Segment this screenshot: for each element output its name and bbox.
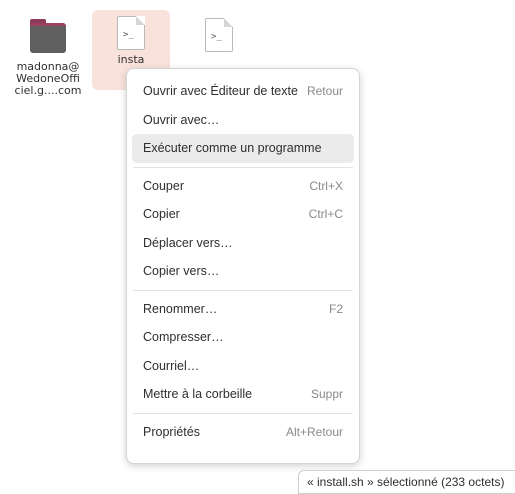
menu-separator [133,166,353,168]
menu-item-accel: Alt+Retour [285,424,343,439]
menu-item-label: Copier [143,207,180,222]
menu-item-cut[interactable]: Couper Ctrl+X [132,172,354,201]
menu-item-accel: Ctrl+C [308,207,343,222]
menu-item-rename[interactable]: Renommer… F2 [132,295,354,324]
menu-item-label: Courriel… [143,358,200,373]
menu-item-label: Couper [143,178,184,193]
menu-item-email[interactable]: Courriel… [132,352,354,381]
menu-item-label: Déplacer vers… [143,235,233,250]
selection-status-bar: « install.sh » sélectionné (233 octets) [298,470,515,494]
menu-item-label: Ouvrir avec… [143,112,220,127]
menu-item-label: Compresser… [143,330,224,345]
menu-item-move-to-trash[interactable]: Mettre à la corbeille Suppr [132,380,354,409]
menu-item-move-to[interactable]: Déplacer vers… [132,229,354,258]
menu-item-properties[interactable]: Propriétés Alt+Retour [132,418,354,447]
terminal-prompt-glyph: >_ [211,32,222,42]
menu-item-open-with[interactable]: Ouvrir avec… [132,106,354,135]
menu-item-accel: Retour [306,84,343,99]
menu-item-compress[interactable]: Compresser… [132,323,354,352]
menu-item-open-with-text-editor[interactable]: Ouvrir avec Éditeur de texte Retour [132,77,354,106]
menu-item-label: Exécuter comme un programme [143,141,322,156]
menu-item-label: Mettre à la corbeille [143,387,253,402]
menu-separator [133,412,353,414]
menu-item-label: Propriétés [143,424,200,439]
menu-item-accel: F2 [328,301,343,316]
menu-item-copy[interactable]: Copier Ctrl+C [132,200,354,229]
menu-item-accel: Ctrl+X [309,178,343,193]
menu-item-run-as-program[interactable]: Exécuter comme un programme [132,134,354,163]
menu-separator [133,289,353,291]
file-label: insta [117,53,145,66]
terminal-prompt-glyph: >_ [123,30,134,40]
context-menu: Ouvrir avec Éditeur de texte Retour Ouvr… [126,68,360,464]
menu-item-label: Ouvrir avec Éditeur de texte [143,84,298,99]
menu-item-accel: Suppr [310,387,343,402]
script-file-icon: >_ [205,18,233,52]
menu-item-label: Copier vers… [143,264,220,279]
file-item-script[interactable]: >_ [180,12,258,56]
file-label-line: ciel.g....com [14,84,82,97]
menu-item-copy-to[interactable]: Copier vers… [132,257,354,286]
menu-item-label: Renommer… [143,301,218,316]
file-item-folder[interactable]: madonna@ WedoneOffi ciel.g....com [8,12,88,97]
folder-icon [28,17,68,57]
script-file-icon: >_ [117,16,145,50]
